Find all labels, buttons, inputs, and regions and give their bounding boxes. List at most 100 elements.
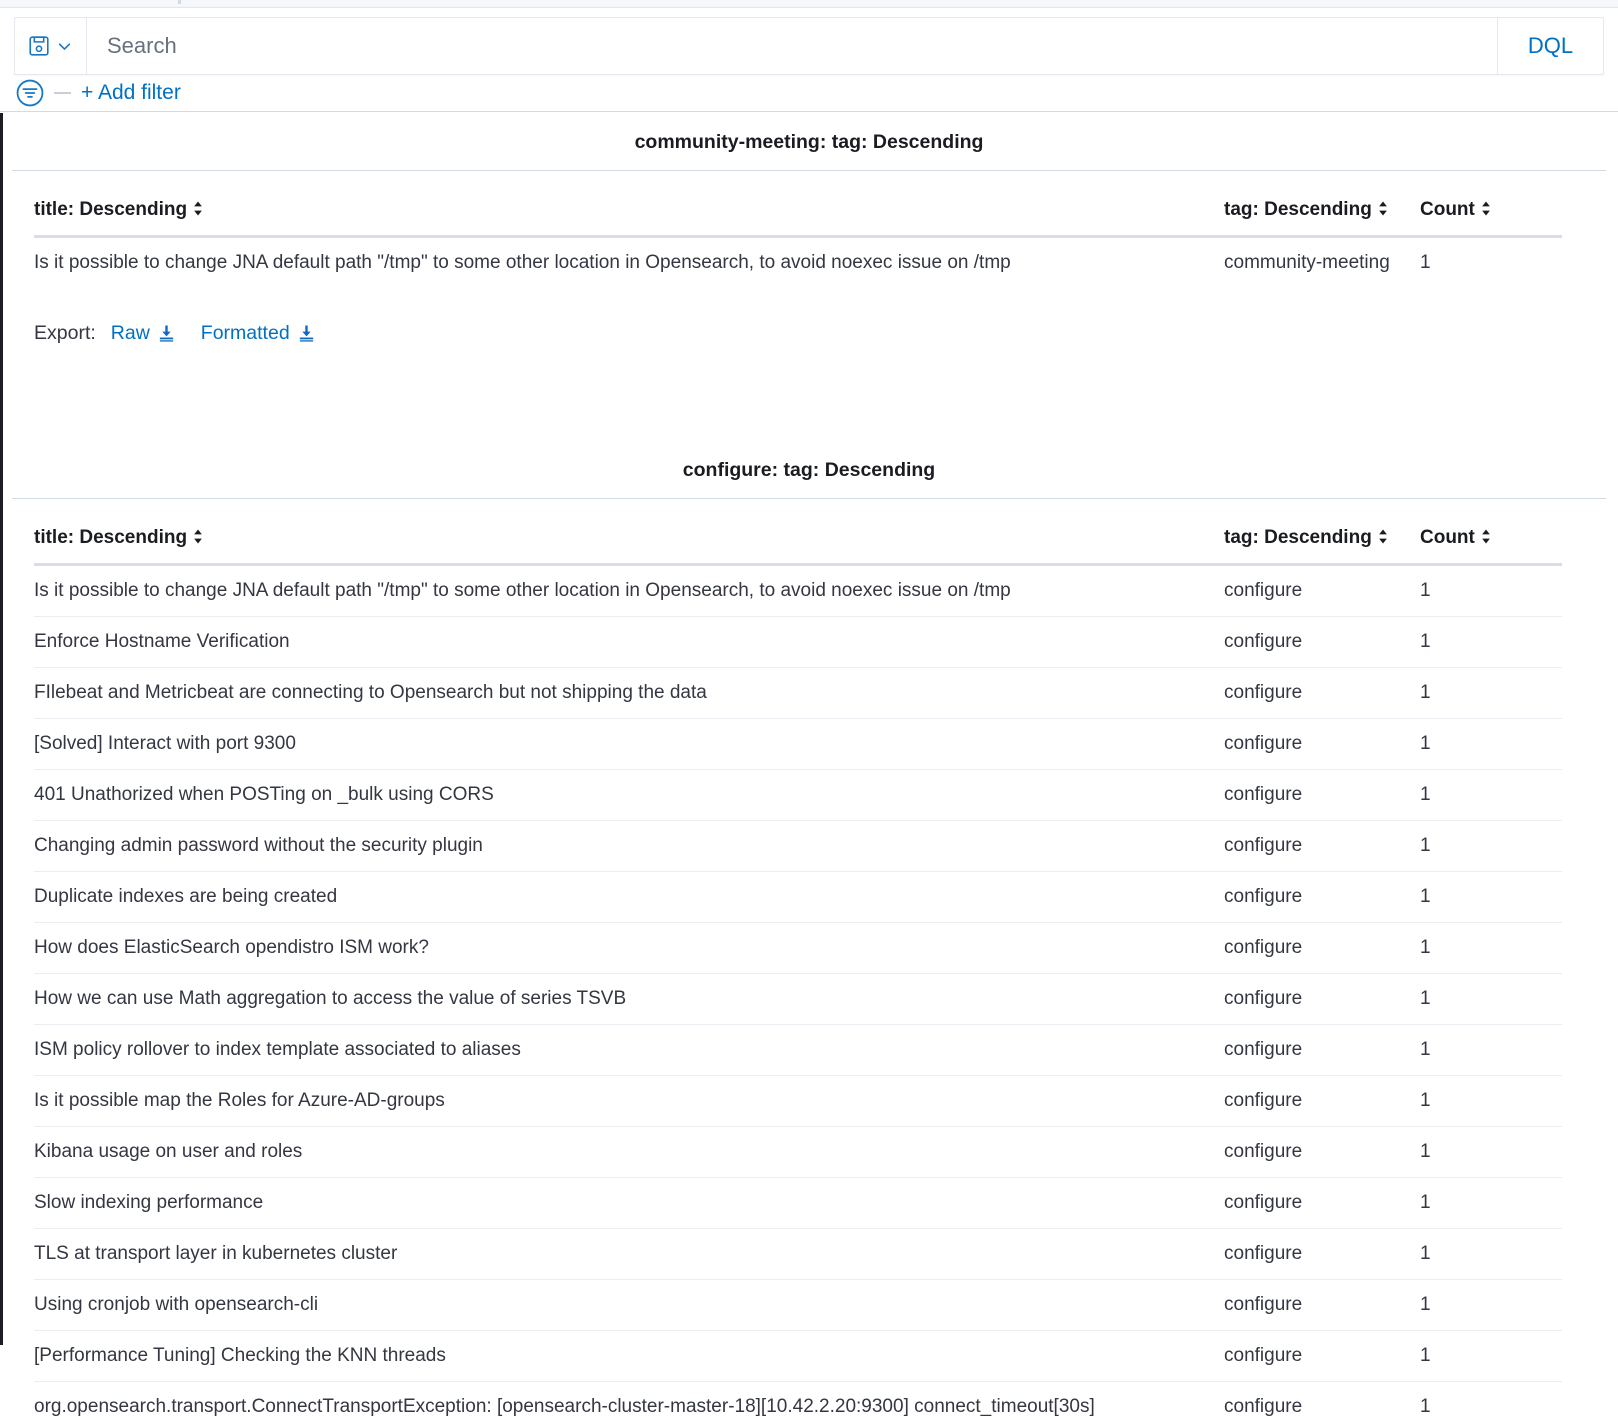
cell-tag: configure <box>1224 1127 1420 1178</box>
table-row: Using cronjob with opensearch-cliconfigu… <box>34 1280 1562 1331</box>
cell-title: [Performance Tuning] Checking the KNN th… <box>34 1331 1224 1382</box>
filter-separator-dash <box>54 92 71 94</box>
cell-title: FIlebeat and Metricbeat are connecting t… <box>34 668 1224 719</box>
table-row: Slow indexing performanceconfigure1 <box>34 1178 1562 1229</box>
column-header-tag[interactable]: tag: Descending <box>1224 499 1420 565</box>
cell-title: How we can use Math aggregation to acces… <box>34 974 1224 1025</box>
cell-tag: configure <box>1224 1229 1420 1280</box>
cell-tag: configure <box>1224 770 1420 821</box>
cell-count: 1 <box>1420 872 1562 923</box>
column-header-title[interactable]: title: Descending <box>34 499 1224 565</box>
table-header-row: title: Descending tag: Descending Count <box>34 171 1562 237</box>
column-header-tag-label: tag: Descending <box>1224 527 1372 548</box>
column-header-count[interactable]: Count <box>1420 499 1562 565</box>
column-header-title[interactable]: title: Descending <box>34 171 1224 237</box>
cell-count: 1 <box>1420 821 1562 872</box>
export-row: Export: Raw Formatted <box>34 322 1618 345</box>
add-filter-button[interactable]: + Add filter <box>81 81 181 105</box>
sort-icon <box>192 200 204 222</box>
cell-title: Is it possible to change JNA default pat… <box>34 565 1224 617</box>
cell-tag: configure <box>1224 1076 1420 1127</box>
chevron-down-icon <box>56 38 73 55</box>
search-bar: DQL <box>14 17 1604 75</box>
cell-title: Changing admin password without the secu… <box>34 821 1224 872</box>
cell-tag: configure <box>1224 1280 1420 1331</box>
table-row: Is it possible to change JNA default pat… <box>34 237 1562 289</box>
cell-count: 1 <box>1420 1178 1562 1229</box>
cell-title: 401 Unathorized when POSTing on _bulk us… <box>34 770 1224 821</box>
table-row: Is it possible to change JNA default pat… <box>34 565 1562 617</box>
cell-count: 1 <box>1420 1331 1562 1382</box>
cell-tag: configure <box>1224 719 1420 770</box>
sort-icon <box>1377 200 1389 222</box>
panel-spacer <box>0 345 1618 441</box>
cell-count: 1 <box>1420 617 1562 668</box>
column-header-title-label: title: Descending <box>34 199 187 220</box>
column-header-title-label: title: Descending <box>34 527 187 548</box>
saved-query-button[interactable] <box>15 18 87 74</box>
table-row: Enforce Hostname Verificationconfigure1 <box>34 617 1562 668</box>
cell-tag: configure <box>1224 923 1420 974</box>
result-panel: community-meeting: tag: Descending title… <box>0 113 1618 345</box>
panel-title: configure: tag: Descending <box>0 441 1618 498</box>
filter-bar: + Add filter <box>14 74 181 112</box>
cell-tag: configure <box>1224 668 1420 719</box>
cell-count: 1 <box>1420 565 1562 617</box>
data-table: title: Descending tag: Descending Count … <box>34 499 1562 1418</box>
cell-title: Duplicate indexes are being created <box>34 872 1224 923</box>
cell-tag: configure <box>1224 1382 1420 1418</box>
cell-count: 1 <box>1420 770 1562 821</box>
save-icon <box>28 35 50 57</box>
cell-tag: configure <box>1224 565 1420 617</box>
table-row: [Performance Tuning] Checking the KNN th… <box>34 1331 1562 1382</box>
cell-count: 1 <box>1420 1382 1562 1418</box>
search-input[interactable] <box>105 32 1479 60</box>
export-raw-button[interactable]: Raw <box>111 322 176 345</box>
cell-count: 1 <box>1420 1025 1562 1076</box>
sort-icon <box>1377 528 1389 550</box>
filter-circle-icon[interactable] <box>14 77 46 109</box>
column-header-count[interactable]: Count <box>1420 171 1562 237</box>
cell-tag: configure <box>1224 974 1420 1025</box>
sort-icon <box>1480 528 1492 550</box>
download-icon <box>297 324 316 343</box>
table-row: org.opensearch.transport.ConnectTranspor… <box>34 1382 1562 1418</box>
cell-title: [Solved] Interact with port 9300 <box>34 719 1224 770</box>
table-row: ISM policy rollover to index template as… <box>34 1025 1562 1076</box>
column-header-count-label: Count <box>1420 527 1475 548</box>
cell-title: Is it possible to change JNA default pat… <box>34 237 1224 289</box>
cell-title: TLS at transport layer in kubernetes clu… <box>34 1229 1224 1280</box>
table-row: How we can use Math aggregation to acces… <box>34 974 1562 1025</box>
result-panel: configure: tag: Descending title: Descen… <box>0 441 1618 1418</box>
table-header-row: title: Descending tag: Descending Count <box>34 499 1562 565</box>
cell-count: 1 <box>1420 923 1562 974</box>
cell-tag: configure <box>1224 821 1420 872</box>
download-icon <box>157 324 176 343</box>
cell-title: Enforce Hostname Verification <box>34 617 1224 668</box>
results-content: community-meeting: tag: Descending title… <box>0 113 1618 1418</box>
export-formatted-label: Formatted <box>201 322 290 345</box>
column-header-tag-label: tag: Descending <box>1224 199 1372 220</box>
cell-tag: configure <box>1224 1331 1420 1382</box>
table-row: TLS at transport layer in kubernetes clu… <box>34 1229 1562 1280</box>
cell-count: 1 <box>1420 1127 1562 1178</box>
dql-language-button[interactable]: DQL <box>1497 18 1603 74</box>
table-row: Is it possible map the Roles for Azure-A… <box>34 1076 1562 1127</box>
cell-count: 1 <box>1420 237 1562 289</box>
cell-title: ISM policy rollover to index template as… <box>34 1025 1224 1076</box>
dql-label: DQL <box>1528 33 1573 59</box>
query-bar-area: DQL + Add filter <box>0 8 1618 112</box>
export-label: Export: <box>34 322 96 345</box>
search-input-wrapper <box>87 18 1497 74</box>
export-formatted-button[interactable]: Formatted <box>201 322 316 345</box>
column-header-tag[interactable]: tag: Descending <box>1224 171 1420 237</box>
cell-tag: configure <box>1224 872 1420 923</box>
data-table: title: Descending tag: Descending Count … <box>34 171 1562 288</box>
cell-count: 1 <box>1420 719 1562 770</box>
cell-count: 1 <box>1420 974 1562 1025</box>
cell-title: How does ElasticSearch opendistro ISM wo… <box>34 923 1224 974</box>
table-body: Is it possible to change JNA default pat… <box>34 237 1562 289</box>
sort-icon <box>1480 200 1492 222</box>
sort-icon <box>192 528 204 550</box>
cell-title: Kibana usage on user and roles <box>34 1127 1224 1178</box>
